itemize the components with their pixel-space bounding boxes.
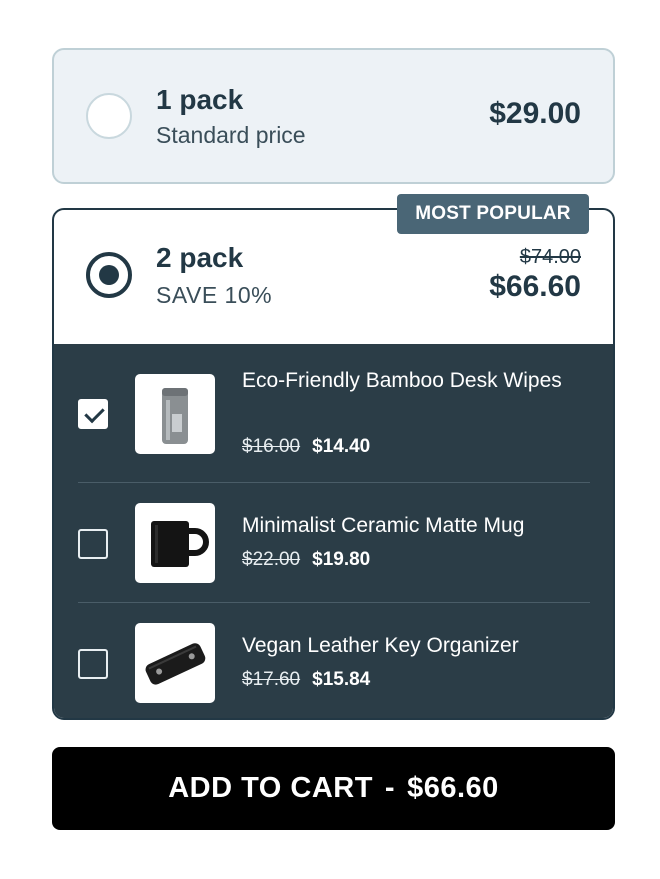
bundle-item: Minimalist Ceramic Matte Mug $22.00 $19.8… <box>78 482 590 602</box>
option-subtitle: Standard price <box>156 122 306 148</box>
item-checkbox[interactable] <box>78 399 108 429</box>
item-checkbox[interactable] <box>78 649 108 679</box>
radio-2-pack[interactable] <box>86 252 132 298</box>
option-price: $66.60 <box>489 270 581 303</box>
option-old-price: $74.00 <box>519 246 581 268</box>
bundle-option-2-pack[interactable]: 2 pack SAVE 10% $74.00 $66.60 Eco-Friend… <box>52 208 615 720</box>
wipes-canister-icon <box>135 374 215 454</box>
option-price: $29.00 <box>489 97 581 130</box>
item-checkbox[interactable] <box>78 529 108 559</box>
add-to-cart-button[interactable]: ADD TO CART - $66.60 <box>52 747 615 830</box>
most-popular-badge: MOST POPULAR <box>397 194 589 234</box>
cta-label: ADD TO CART <box>168 772 373 804</box>
item-name: Minimalist Ceramic Matte Mug <box>242 514 525 537</box>
item-price: $19.80 <box>312 549 371 570</box>
cta-separator: - <box>384 772 396 804</box>
bundle-item: Eco-Friendly Bamboo Desk Wipes $16.00 $14… <box>78 344 590 482</box>
item-prices: $22.00 $19.80 <box>242 549 370 571</box>
item-old-price: $22.00 <box>242 549 301 570</box>
bundle-option-1-pack[interactable]: 1 pack Standard price $29.00 <box>52 48 615 184</box>
item-old-price: $16.00 <box>242 436 301 457</box>
item-name: Vegan Leather Key Organizer <box>242 634 519 657</box>
bundle-items-panel: Eco-Friendly Bamboo Desk Wipes $16.00 $14… <box>54 344 613 718</box>
item-prices: $16.00 $14.40 <box>242 436 370 458</box>
item-name: Eco-Friendly Bamboo Desk Wipes <box>242 369 562 392</box>
item-price: $14.40 <box>312 436 371 457</box>
option-title: 1 pack <box>156 84 244 115</box>
item-prices: $17.60 $15.84 <box>242 669 370 691</box>
cta-price: $66.60 <box>407 772 499 804</box>
mug-icon <box>135 503 215 583</box>
option-title: 2 pack <box>156 242 244 273</box>
bundle-item: Vegan Leather Key Organizer $17.60 $15.84 <box>78 602 590 718</box>
option-subtitle: SAVE 10% <box>156 282 273 308</box>
item-old-price: $17.60 <box>242 669 301 690</box>
key-organizer-icon <box>135 623 215 703</box>
radio-1-pack[interactable] <box>86 93 132 139</box>
item-price: $15.84 <box>312 669 371 690</box>
